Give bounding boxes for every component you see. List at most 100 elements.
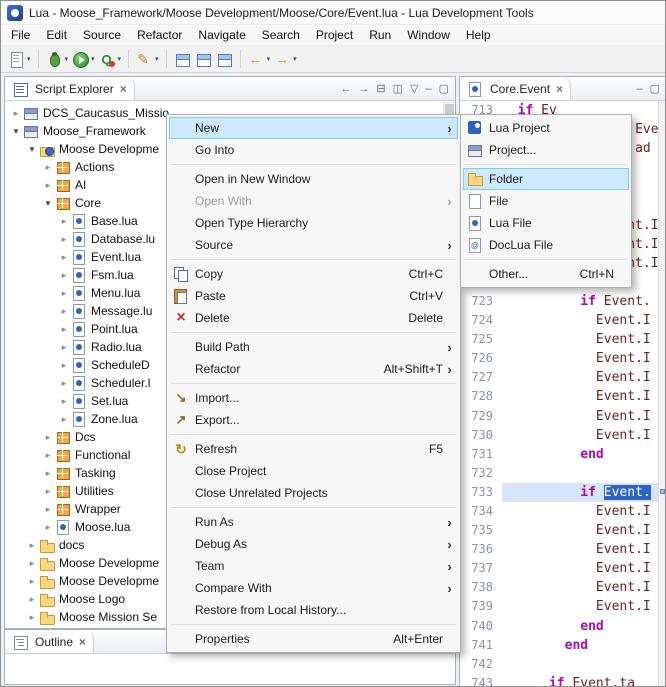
code-line[interactable]: 740 end bbox=[460, 617, 658, 636]
forward-history-button[interactable]: ▾ bbox=[272, 50, 299, 69]
collapsed-arrow-icon[interactable]: ▸ bbox=[57, 324, 71, 335]
collapsed-arrow-icon[interactable]: ▸ bbox=[25, 594, 39, 605]
collapsed-arrow-icon[interactable]: ▸ bbox=[57, 234, 71, 245]
collapsed-arrow-icon[interactable]: ▸ bbox=[41, 432, 55, 443]
maximize-button[interactable]: ▢ bbox=[650, 82, 660, 95]
expanded-arrow-icon[interactable]: ▾ bbox=[25, 144, 39, 155]
context-menu-item-import[interactable]: Import... bbox=[169, 387, 458, 409]
maximize-button[interactable]: ▢ bbox=[439, 82, 449, 95]
code-line[interactable]: 743 if Event.ta bbox=[460, 674, 658, 687]
expanded-arrow-icon[interactable]: ▾ bbox=[9, 126, 23, 137]
minimize-button[interactable]: – bbox=[425, 83, 431, 95]
collapsed-arrow-icon[interactable]: ▸ bbox=[57, 378, 71, 389]
context-menu-item-export[interactable]: Export... bbox=[169, 409, 458, 431]
new-submenu-item-lua-project[interactable]: Lua Project bbox=[463, 117, 629, 139]
dropdown-arrow-icon[interactable]: ▾ bbox=[118, 55, 122, 63]
new-submenu-item-other[interactable]: Other...Ctrl+N bbox=[463, 263, 629, 285]
table-view-button[interactable] bbox=[193, 50, 214, 69]
menu-item-run[interactable]: Run bbox=[361, 26, 399, 44]
outline-tab[interactable]: Outline × bbox=[5, 630, 94, 653]
collapsed-arrow-icon[interactable]: ▸ bbox=[57, 396, 71, 407]
collapsed-arrow-icon[interactable]: ▸ bbox=[41, 522, 55, 533]
new-submenu-item-file[interactable]: File bbox=[463, 190, 629, 212]
code-line[interactable]: 737 Event.I bbox=[460, 559, 658, 578]
new-submenu-item-project[interactable]: Project... bbox=[463, 139, 629, 161]
dropdown-arrow-icon[interactable]: ▾ bbox=[27, 55, 31, 63]
code-line[interactable]: 729 Event.I bbox=[460, 407, 658, 426]
code-line[interactable]: 726 Event.I bbox=[460, 349, 658, 368]
collapsed-arrow-icon[interactable]: ▸ bbox=[57, 270, 71, 281]
overview-ruler[interactable] bbox=[658, 101, 666, 687]
collapsed-arrow-icon[interactable]: ▸ bbox=[9, 108, 23, 119]
context-menu-item-copy[interactable]: CopyCtrl+C bbox=[169, 263, 458, 285]
run-button[interactable]: ▾ bbox=[70, 50, 97, 69]
context-menu-item-compare-with[interactable]: Compare With› bbox=[169, 577, 458, 599]
context-menu-item-open-type-hierarchy[interactable]: Open Type Hierarchy bbox=[169, 212, 458, 234]
collapsed-arrow-icon[interactable]: ▸ bbox=[25, 612, 39, 623]
code-line[interactable]: 734 Event.I bbox=[460, 502, 658, 521]
open-perspective-button[interactable] bbox=[172, 50, 193, 69]
code-line[interactable]: 733 if Event. bbox=[460, 483, 658, 502]
dropdown-arrow-icon[interactable]: ▾ bbox=[293, 55, 297, 63]
context-menu-item-restore-from-local-history[interactable]: Restore from Local History... bbox=[169, 599, 458, 621]
context-menu-item-build-path[interactable]: Build Path› bbox=[169, 336, 458, 358]
code-line[interactable]: 739 Event.I bbox=[460, 597, 658, 616]
code-line[interactable]: 736 Event.I bbox=[460, 540, 658, 559]
code-line[interactable]: 725 Event.I bbox=[460, 330, 658, 349]
code-line[interactable]: 728 Event.I bbox=[460, 387, 658, 406]
dropdown-arrow-icon[interactable]: ▾ bbox=[155, 55, 159, 63]
menu-item-window[interactable]: Window bbox=[399, 26, 458, 44]
debug-view-button[interactable] bbox=[214, 50, 235, 69]
context-menu-item-refactor[interactable]: RefactorAlt+Shift+T› bbox=[169, 358, 458, 380]
menu-item-navigate[interactable]: Navigate bbox=[190, 26, 253, 44]
dropdown-arrow-icon[interactable]: ▾ bbox=[91, 55, 95, 63]
context-menu-item-new[interactable]: New› bbox=[169, 117, 458, 139]
title-bar[interactable]: Lua - Moose_Framework/Moose Development/… bbox=[1, 1, 665, 25]
expanded-arrow-icon[interactable]: ▾ bbox=[41, 198, 55, 209]
collapsed-arrow-icon[interactable]: ▸ bbox=[25, 540, 39, 551]
code-line[interactable]: 732 bbox=[460, 464, 658, 483]
dropdown-arrow-icon[interactable]: ▾ bbox=[65, 55, 69, 63]
context-menu-item-delete[interactable]: DeleteDelete bbox=[169, 307, 458, 329]
minimize-button[interactable]: – bbox=[636, 83, 642, 95]
code-line[interactable]: 738 Event.I bbox=[460, 578, 658, 597]
context-menu-item-run-as[interactable]: Run As› bbox=[169, 511, 458, 533]
code-line[interactable]: 742 bbox=[460, 655, 658, 674]
collapsed-arrow-icon[interactable]: ▸ bbox=[41, 162, 55, 173]
menu-item-help[interactable]: Help bbox=[458, 26, 499, 44]
back-history-button[interactable]: ▾ bbox=[246, 50, 273, 69]
code-line[interactable]: 735 Event.I bbox=[460, 521, 658, 540]
close-script-explorer-icon[interactable]: × bbox=[120, 82, 127, 96]
context-menu-item-close-unrelated-projects[interactable]: Close Unrelated Projects bbox=[169, 482, 458, 504]
forward-button[interactable]: → bbox=[358, 83, 369, 95]
collapsed-arrow-icon[interactable]: ▸ bbox=[41, 468, 55, 479]
new-submenu-item-doclua-file[interactable]: DocLua File bbox=[463, 234, 629, 256]
code-line[interactable]: 723 if Event. bbox=[460, 292, 658, 311]
new-wizard-button[interactable]: ▾ bbox=[6, 50, 33, 69]
editor-tab-core-event[interactable]: Core.Event × bbox=[460, 77, 571, 100]
collapsed-arrow-icon[interactable]: ▸ bbox=[41, 486, 55, 497]
collapsed-arrow-icon[interactable]: ▸ bbox=[57, 414, 71, 425]
new-submenu-item-lua-file[interactable]: Lua File bbox=[463, 212, 629, 234]
dropdown-arrow-icon[interactable]: ▾ bbox=[267, 55, 271, 63]
menu-item-edit[interactable]: Edit bbox=[38, 26, 75, 44]
context-menu-item-source[interactable]: Source› bbox=[169, 234, 458, 256]
collapse-all-button[interactable]: ⊟ bbox=[376, 82, 385, 95]
context-menu-item-paste[interactable]: PasteCtrl+V bbox=[169, 285, 458, 307]
menu-item-file[interactable]: File bbox=[3, 26, 38, 44]
external-tools-button[interactable]: ▾ bbox=[97, 50, 124, 69]
code-line[interactable]: 727 Event.I bbox=[460, 368, 658, 387]
collapsed-arrow-icon[interactable]: ▸ bbox=[57, 216, 71, 227]
menu-item-refactor[interactable]: Refactor bbox=[129, 26, 190, 44]
context-menu-item-go-into[interactable]: Go Into bbox=[169, 139, 458, 161]
code-line[interactable]: 731 end bbox=[460, 445, 658, 464]
collapsed-arrow-icon[interactable]: ▸ bbox=[57, 288, 71, 299]
code-line[interactable]: 741 end bbox=[460, 636, 658, 655]
link-with-editor-button[interactable]: ◫ bbox=[393, 82, 403, 95]
context-menu-item-open-with[interactable]: Open With› bbox=[169, 190, 458, 212]
context-menu-item-open-in-new-window[interactable]: Open in New Window bbox=[169, 168, 458, 190]
collapsed-arrow-icon[interactable]: ▸ bbox=[41, 450, 55, 461]
menu-item-project[interactable]: Project bbox=[308, 26, 361, 44]
new-submenu-item-folder[interactable]: Folder bbox=[463, 168, 629, 190]
close-outline-icon[interactable]: × bbox=[79, 635, 86, 649]
